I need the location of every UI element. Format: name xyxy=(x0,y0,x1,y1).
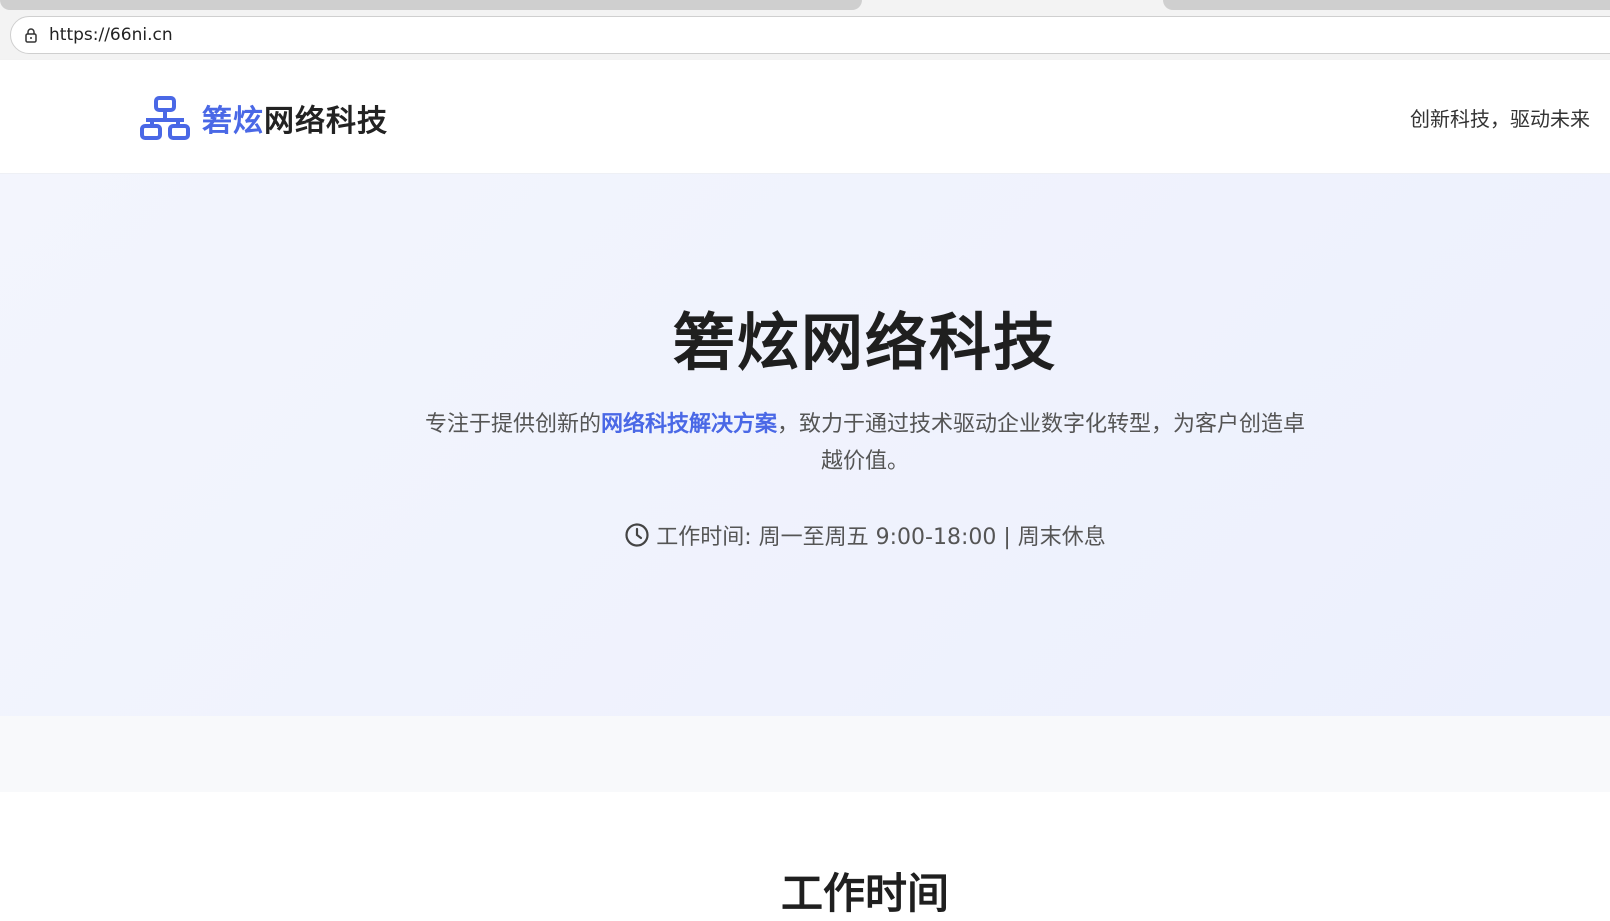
logo-text-accent: 箬炫 xyxy=(202,104,264,139)
hero-desc-highlight: 网络科技解决方案 xyxy=(600,412,777,437)
working-hours: 工作时间: 周一至周五 9:00-18:00 | 周末休息 xyxy=(0,519,1610,551)
url-text[interactable]: https://66ni.cn xyxy=(49,25,173,45)
section-divider xyxy=(0,716,1610,792)
logo-text: 箬炫网络科技 xyxy=(202,96,388,140)
browser-tab[interactable] xyxy=(0,0,862,10)
browser-tabstrip xyxy=(0,0,1610,12)
hero-desc-after: ，致力于通过技术驱动企业数字化转型，为客户创造卓越价值。 xyxy=(777,412,1306,474)
logo[interactable]: 箬炫网络科技 xyxy=(140,96,388,140)
header-tagline: 创新科技，驱动未来 xyxy=(1410,107,1590,131)
lock-icon[interactable] xyxy=(23,27,39,43)
site-header: 箬炫网络科技 创新科技，驱动未来 xyxy=(0,60,1610,174)
hero-title: 箬炫网络科技 xyxy=(672,306,1057,379)
address-bar[interactable]: https://66ni.cn xyxy=(10,16,1610,54)
browser-toolbar: https://66ni.cn xyxy=(0,12,1610,60)
browser-tab[interactable] xyxy=(1163,0,1610,10)
network-icon xyxy=(140,96,190,140)
hero-desc-before: 专注于提供创新的 xyxy=(424,412,601,437)
clock-icon xyxy=(625,523,649,547)
logo-text-rest: 网络科技 xyxy=(264,104,388,139)
working-hours-section: 工作时间 xyxy=(0,792,1610,920)
hero-description: 专注于提供创新的网络科技解决方案，致力于通过技术驱动企业数字化转型，为客户创造卓… xyxy=(420,406,1310,480)
working-hours-text: 工作时间: 周一至周五 9:00-18:00 | 周末休息 xyxy=(656,525,1106,550)
hero-section: 箬炫网络科技 专注于提供创新的网络科技解决方案，致力于通过技术驱动企业数字化转型… xyxy=(0,174,1610,716)
section-title: 工作时间 xyxy=(780,869,949,918)
